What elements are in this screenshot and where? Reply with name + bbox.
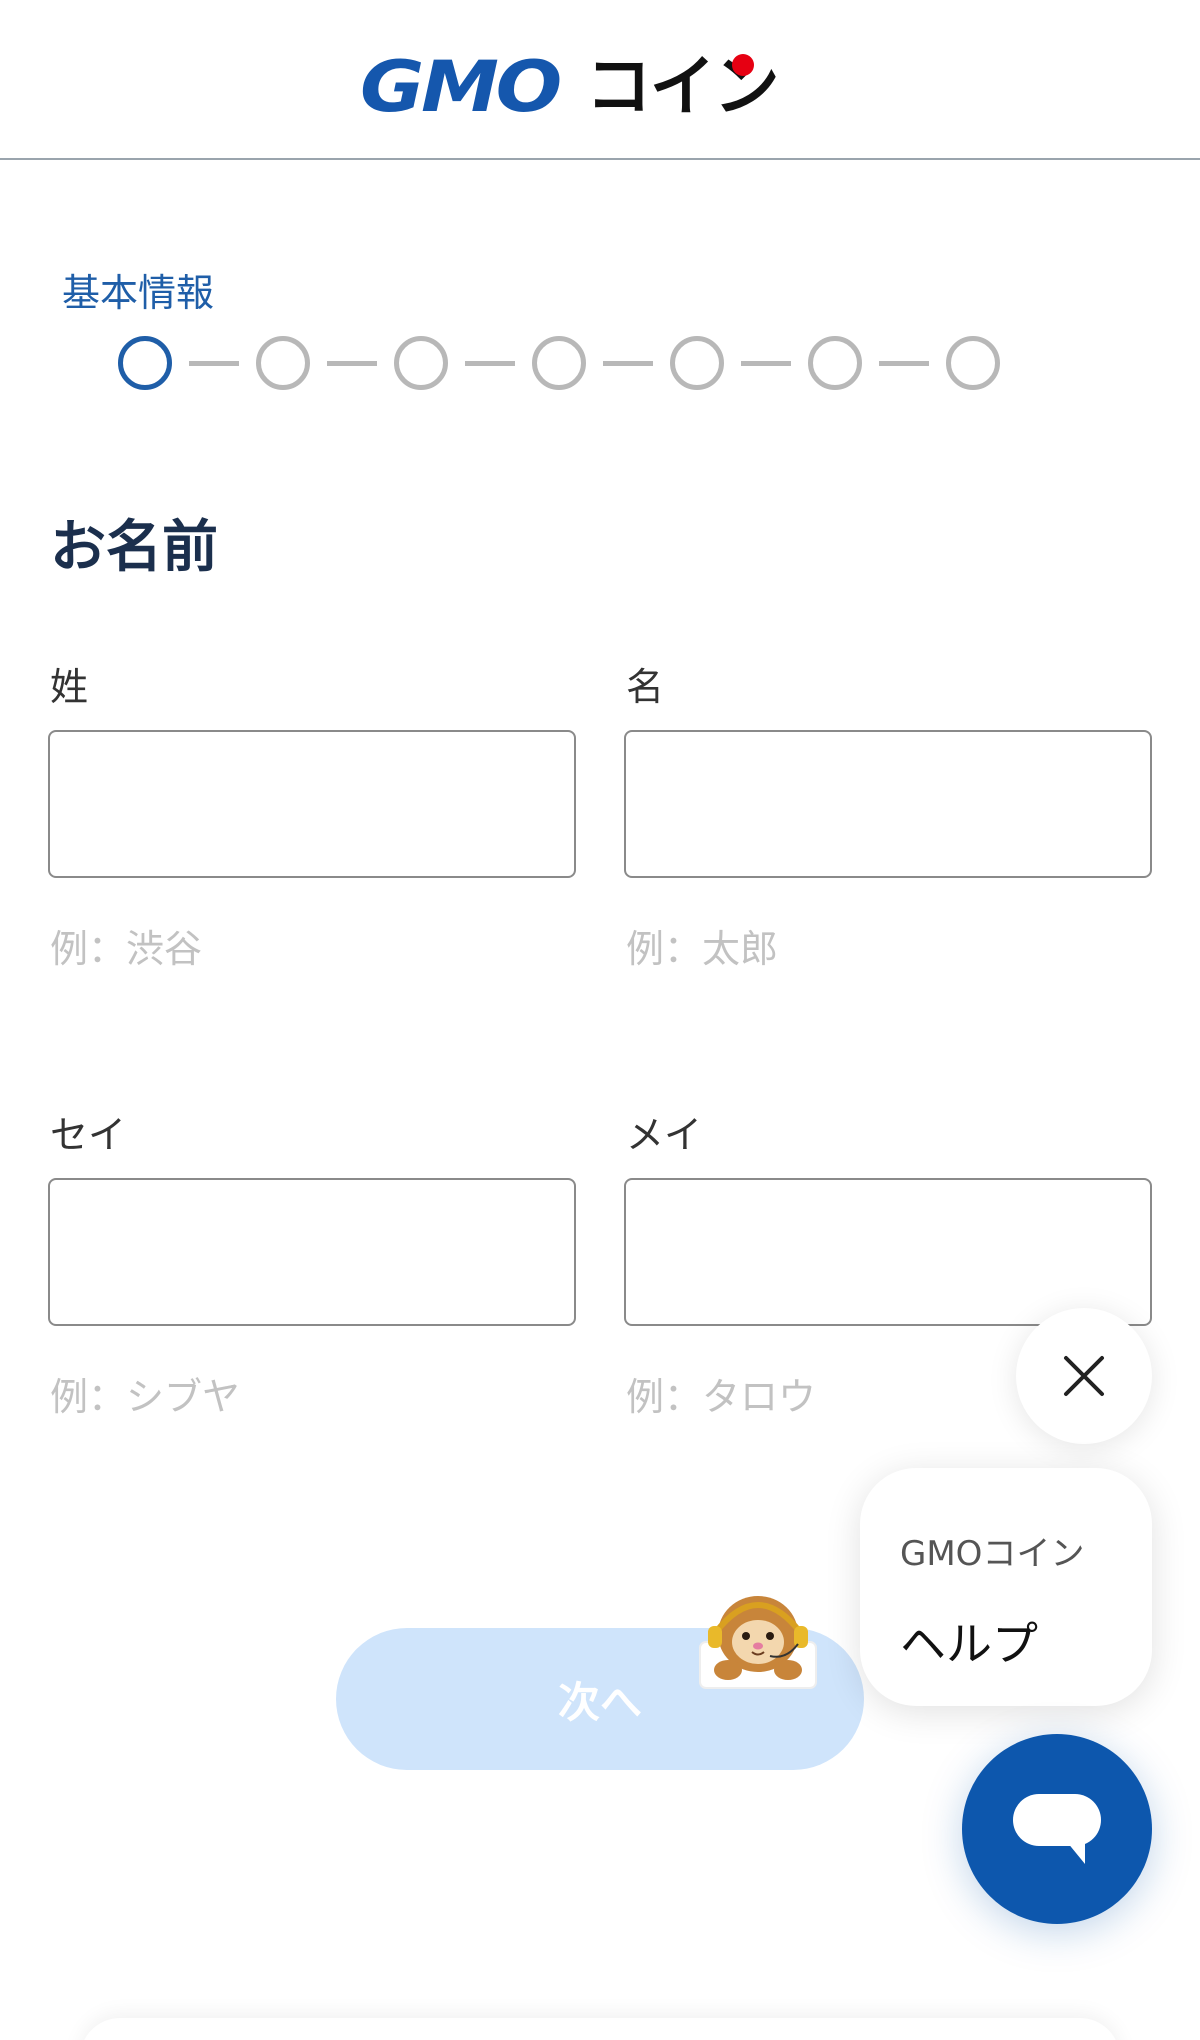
close-icon: [1064, 1356, 1104, 1396]
step-label: 基本情報: [62, 271, 215, 315]
logo-kana-text: コイン: [585, 48, 780, 125]
first-name-hint: 例：太郎: [626, 927, 779, 971]
logo-red-dot: [731, 54, 754, 76]
chat-bubble-icon: [1013, 1794, 1101, 1864]
step-7-circle: [946, 336, 1000, 390]
section-title: お名前: [50, 515, 218, 580]
first-name-kana-input[interactable]: [624, 1178, 1152, 1326]
help-title: ヘルプ: [900, 1617, 1038, 1671]
logo-latin-text: GMO: [360, 46, 562, 128]
step-4-circle: [532, 336, 586, 390]
mascot-image: [699, 1596, 817, 1689]
close-help-button[interactable]: [1016, 1308, 1152, 1444]
last-name-input[interactable]: [48, 730, 576, 878]
step-connector: [327, 360, 377, 366]
first-name-kana-hint: 例：タロウ: [626, 1375, 817, 1419]
step-5-circle: [670, 336, 724, 390]
help-brand: GMOコイン: [900, 1534, 1085, 1574]
last-name-hint: 例：渋谷: [50, 927, 203, 971]
step-indicator: [118, 336, 1000, 390]
first-name-input[interactable]: [624, 730, 1152, 878]
gmo-coin-logo: GMO コイン: [360, 46, 780, 128]
last-name-kana-input[interactable]: [48, 1178, 576, 1326]
first-name-label: 名: [626, 665, 665, 709]
step-3-circle: [394, 336, 448, 390]
chat-button[interactable]: [962, 1734, 1152, 1924]
step-connector: [741, 360, 791, 366]
last-name-kana-label: セイ: [50, 1113, 127, 1157]
step-connector: [879, 360, 929, 366]
app-header: GMO コイン: [0, 0, 1200, 160]
last-name-kana-hint: 例：シブヤ: [50, 1375, 241, 1419]
step-connector: [189, 360, 239, 366]
step-2-circle: [256, 336, 310, 390]
bottom-sheet-edge: [80, 2018, 1120, 2040]
step-connector: [603, 360, 653, 366]
first-name-kana-label: メイ: [626, 1113, 703, 1157]
step-6-circle: [808, 336, 862, 390]
step-connector: [465, 360, 515, 366]
last-name-label: 姓: [50, 665, 89, 709]
step-1-circle: [118, 336, 172, 390]
help-card[interactable]: GMOコイン ヘルプ: [860, 1468, 1152, 1706]
